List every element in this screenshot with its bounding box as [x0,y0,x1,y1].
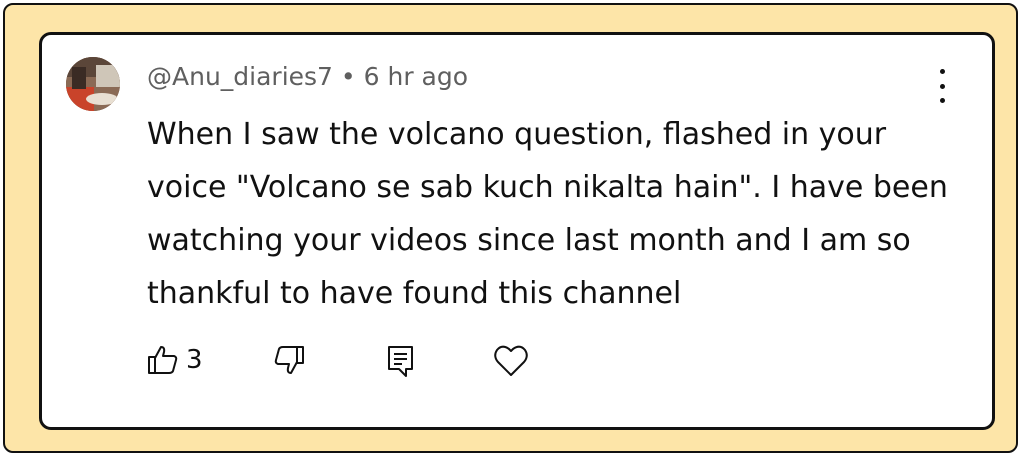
dislike-button[interactable] [272,343,306,381]
reply-button[interactable] [384,343,418,383]
avatar[interactable] [66,57,120,111]
heart-icon [494,345,528,376]
timestamp[interactable]: 6 hr ago [364,62,468,91]
kebab-dot [939,98,945,103]
reply-icon [388,346,413,377]
thumbs-down-icon [274,346,304,374]
like-button[interactable]: 3 [146,343,203,377]
comment-card: @Anu_diaries7 • 6 hr ago When I saw the … [39,32,995,430]
thumbs-up-icon [148,346,178,374]
outer-frame: @Anu_diaries7 • 6 hr ago When I saw the … [3,3,1018,453]
more-vertical-icon[interactable] [930,69,954,103]
like-count: 3 [186,345,203,375]
author-handle[interactable]: @Anu_diaries7 [147,62,333,91]
kebab-dot [939,83,945,89]
heart-button[interactable] [492,343,530,383]
kebab-dot [939,69,945,74]
meta-separator: • [340,62,356,91]
comment-text: When I saw the volcano question, flashed… [147,117,948,311]
comment-meta: @Anu_diaries7 • 6 hr ago [147,62,468,91]
